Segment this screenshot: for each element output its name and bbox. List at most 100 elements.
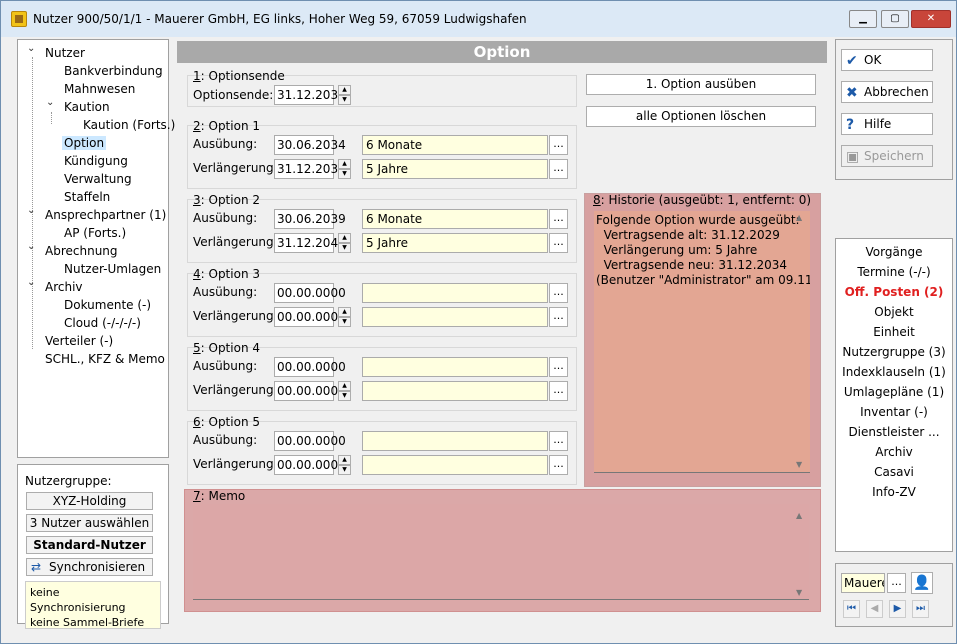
nav-link[interactable]: Archiv: [835, 443, 953, 461]
expand-caret-icon[interactable]: ⌄: [46, 97, 54, 108]
verlaengerung-text-input[interactable]: 5 Jahre: [362, 233, 548, 253]
ausuebung-more-button[interactable]: ...: [549, 431, 568, 451]
spin-down-icon[interactable]: ▼: [338, 465, 351, 475]
spin-down-icon[interactable]: ▼: [338, 243, 351, 253]
ausuebung-date-input[interactable]: 30.06.2034: [274, 135, 346, 155]
nav-link[interactable]: Off. Posten (2): [835, 283, 953, 301]
spin-up-icon[interactable]: ▲: [338, 159, 351, 169]
memo-textarea[interactable]: [193, 504, 809, 600]
verlaengerung-more-button[interactable]: ...: [549, 381, 568, 401]
tree-item[interactable]: Kaution: [62, 99, 112, 115]
verlaengerung-more-button[interactable]: ...: [549, 233, 568, 253]
memo-scroll-down-icon[interactable]: ▼: [796, 588, 802, 597]
nav-link[interactable]: Termine (-/-): [835, 263, 953, 281]
spin-down-icon[interactable]: ▼: [338, 169, 351, 179]
verlaengerung-date-input[interactable]: 00.00.0000: [274, 381, 346, 401]
ausuebung-more-button[interactable]: ...: [549, 135, 568, 155]
spin-down-icon[interactable]: ▼: [338, 95, 351, 105]
spin-up-icon[interactable]: ▲: [338, 381, 351, 391]
nav-link[interactable]: Nutzergruppe (3): [835, 343, 953, 361]
verlaengerung-text-input[interactable]: [362, 307, 548, 327]
ausuebung-text-input[interactable]: [362, 357, 548, 377]
ausuebung-more-button[interactable]: ...: [549, 357, 568, 377]
clear-options-button[interactable]: alle Optionen löschen: [586, 106, 816, 127]
tree-item[interactable]: Kaution (Forts.): [81, 117, 177, 133]
verlaengerung-text-input[interactable]: [362, 455, 548, 475]
search-more-button[interactable]: ...: [887, 573, 906, 593]
verlaengerung-text-input[interactable]: 5 Jahre: [362, 159, 548, 179]
optionsende-spinner[interactable]: ▲ ▼: [338, 85, 351, 105]
tree-item[interactable]: Archiv: [43, 279, 85, 295]
scroll-down-icon[interactable]: ▼: [796, 460, 802, 469]
spin-up-icon[interactable]: ▲: [338, 307, 351, 317]
nav-link[interactable]: Indexklauseln (1): [835, 363, 953, 381]
previous-record-icon[interactable]: ◀: [866, 600, 883, 618]
group-button-xyz-holding[interactable]: XYZ-Holding: [26, 492, 153, 510]
verlaengerung-spinner[interactable]: ▲ ▼: [338, 381, 351, 401]
expand-caret-icon[interactable]: ⌄: [27, 241, 35, 252]
exercise-option-button[interactable]: 1. Option ausüben: [586, 74, 816, 95]
verlaengerung-spinner[interactable]: ▲ ▼: [338, 159, 351, 179]
user-icon[interactable]: 👤: [911, 572, 933, 594]
minimize-button[interactable]: ▁: [849, 10, 877, 28]
last-record-icon[interactable]: ⏭: [912, 600, 929, 618]
ausuebung-date-input[interactable]: 30.06.2039: [274, 209, 346, 229]
scroll-up-icon[interactable]: ▲: [796, 213, 802, 222]
tree-item[interactable]: Staffeln: [62, 189, 112, 205]
tree-item[interactable]: Abrechnung: [43, 243, 120, 259]
next-record-icon[interactable]: ▶: [889, 600, 906, 618]
tree-item[interactable]: Verteiler (-): [43, 333, 115, 349]
tree-item[interactable]: Verwaltung: [62, 171, 134, 187]
tree-item[interactable]: Nutzer: [43, 45, 87, 61]
nav-link[interactable]: Info-ZV: [835, 483, 953, 501]
nav-link[interactable]: Vorgänge: [835, 243, 953, 261]
verlaengerung-text-input[interactable]: [362, 381, 548, 401]
verlaengerung-spinner[interactable]: ▲ ▼: [338, 455, 351, 475]
ausuebung-text-input[interactable]: [362, 283, 548, 303]
tree-item[interactable]: AP (Forts.): [62, 225, 128, 241]
verlaengerung-more-button[interactable]: ...: [549, 159, 568, 179]
verlaengerung-date-input[interactable]: 00.00.0000: [274, 455, 346, 475]
expand-caret-icon[interactable]: ⌄: [27, 277, 35, 288]
ok-button[interactable]: ✔ OK: [841, 49, 933, 71]
expand-caret-icon[interactable]: ⌄: [27, 205, 35, 216]
save-button[interactable]: ▣ Speichern: [841, 145, 933, 167]
search-input[interactable]: Mauere: [841, 573, 885, 593]
verlaengerung-spinner[interactable]: ▲ ▼: [338, 233, 351, 253]
spin-down-icon[interactable]: ▼: [338, 391, 351, 401]
tree-item[interactable]: Cloud (-/-/-/-): [62, 315, 143, 331]
spin-up-icon[interactable]: ▲: [338, 85, 351, 95]
nav-link[interactable]: Inventar (-): [835, 403, 953, 421]
nav-link[interactable]: Einheit: [835, 323, 953, 341]
maximize-button[interactable]: ▢: [881, 10, 909, 28]
ausuebung-date-input[interactable]: 00.00.0000: [274, 431, 346, 451]
sync-button[interactable]: ⇄ Synchronisieren: [26, 558, 153, 576]
tree-item[interactable]: Kündigung: [62, 153, 130, 169]
close-button[interactable]: ✕: [911, 10, 951, 28]
verlaengerung-spinner[interactable]: ▲ ▼: [338, 307, 351, 327]
nav-link[interactable]: Objekt: [835, 303, 953, 321]
expand-caret-icon[interactable]: ⌄: [27, 43, 35, 54]
verlaengerung-more-button[interactable]: ...: [549, 307, 568, 327]
memo-scroll-up-icon[interactable]: ▲: [796, 511, 802, 520]
ausuebung-text-input[interactable]: 6 Monate: [362, 135, 548, 155]
ausuebung-more-button[interactable]: ...: [549, 209, 568, 229]
nav-link[interactable]: Dienstleister ...: [835, 423, 953, 441]
verlaengerung-date-input[interactable]: 31.12.2039: [274, 159, 346, 179]
spin-up-icon[interactable]: ▲: [338, 455, 351, 465]
nav-link[interactable]: Umlagepläne (1): [835, 383, 953, 401]
tree-item[interactable]: Mahnwesen: [62, 81, 137, 97]
select-users-button[interactable]: 3 Nutzer auswählen: [26, 514, 153, 532]
ausuebung-text-input[interactable]: 6 Monate: [362, 209, 548, 229]
title-bar[interactable]: Nutzer 900/50/1/1 - Mauerer GmbH, EG lin…: [1, 1, 956, 37]
verlaengerung-date-input[interactable]: 00.00.0000: [274, 307, 346, 327]
tree-item[interactable]: Option: [62, 135, 107, 151]
optionsende-date-input[interactable]: 31.12.2034: [274, 85, 346, 105]
ausuebung-date-input[interactable]: 00.00.0000: [274, 357, 346, 377]
historie-text[interactable]: Folgende Option wurde ausgeübt: Vertrags…: [594, 211, 810, 473]
ausuebung-more-button[interactable]: ...: [549, 283, 568, 303]
ausuebung-text-input[interactable]: [362, 431, 548, 451]
nav-link[interactable]: Casavi: [835, 463, 953, 481]
tree-item[interactable]: Nutzer-Umlagen: [62, 261, 163, 277]
tree-item[interactable]: Bankverbindung: [62, 63, 165, 79]
